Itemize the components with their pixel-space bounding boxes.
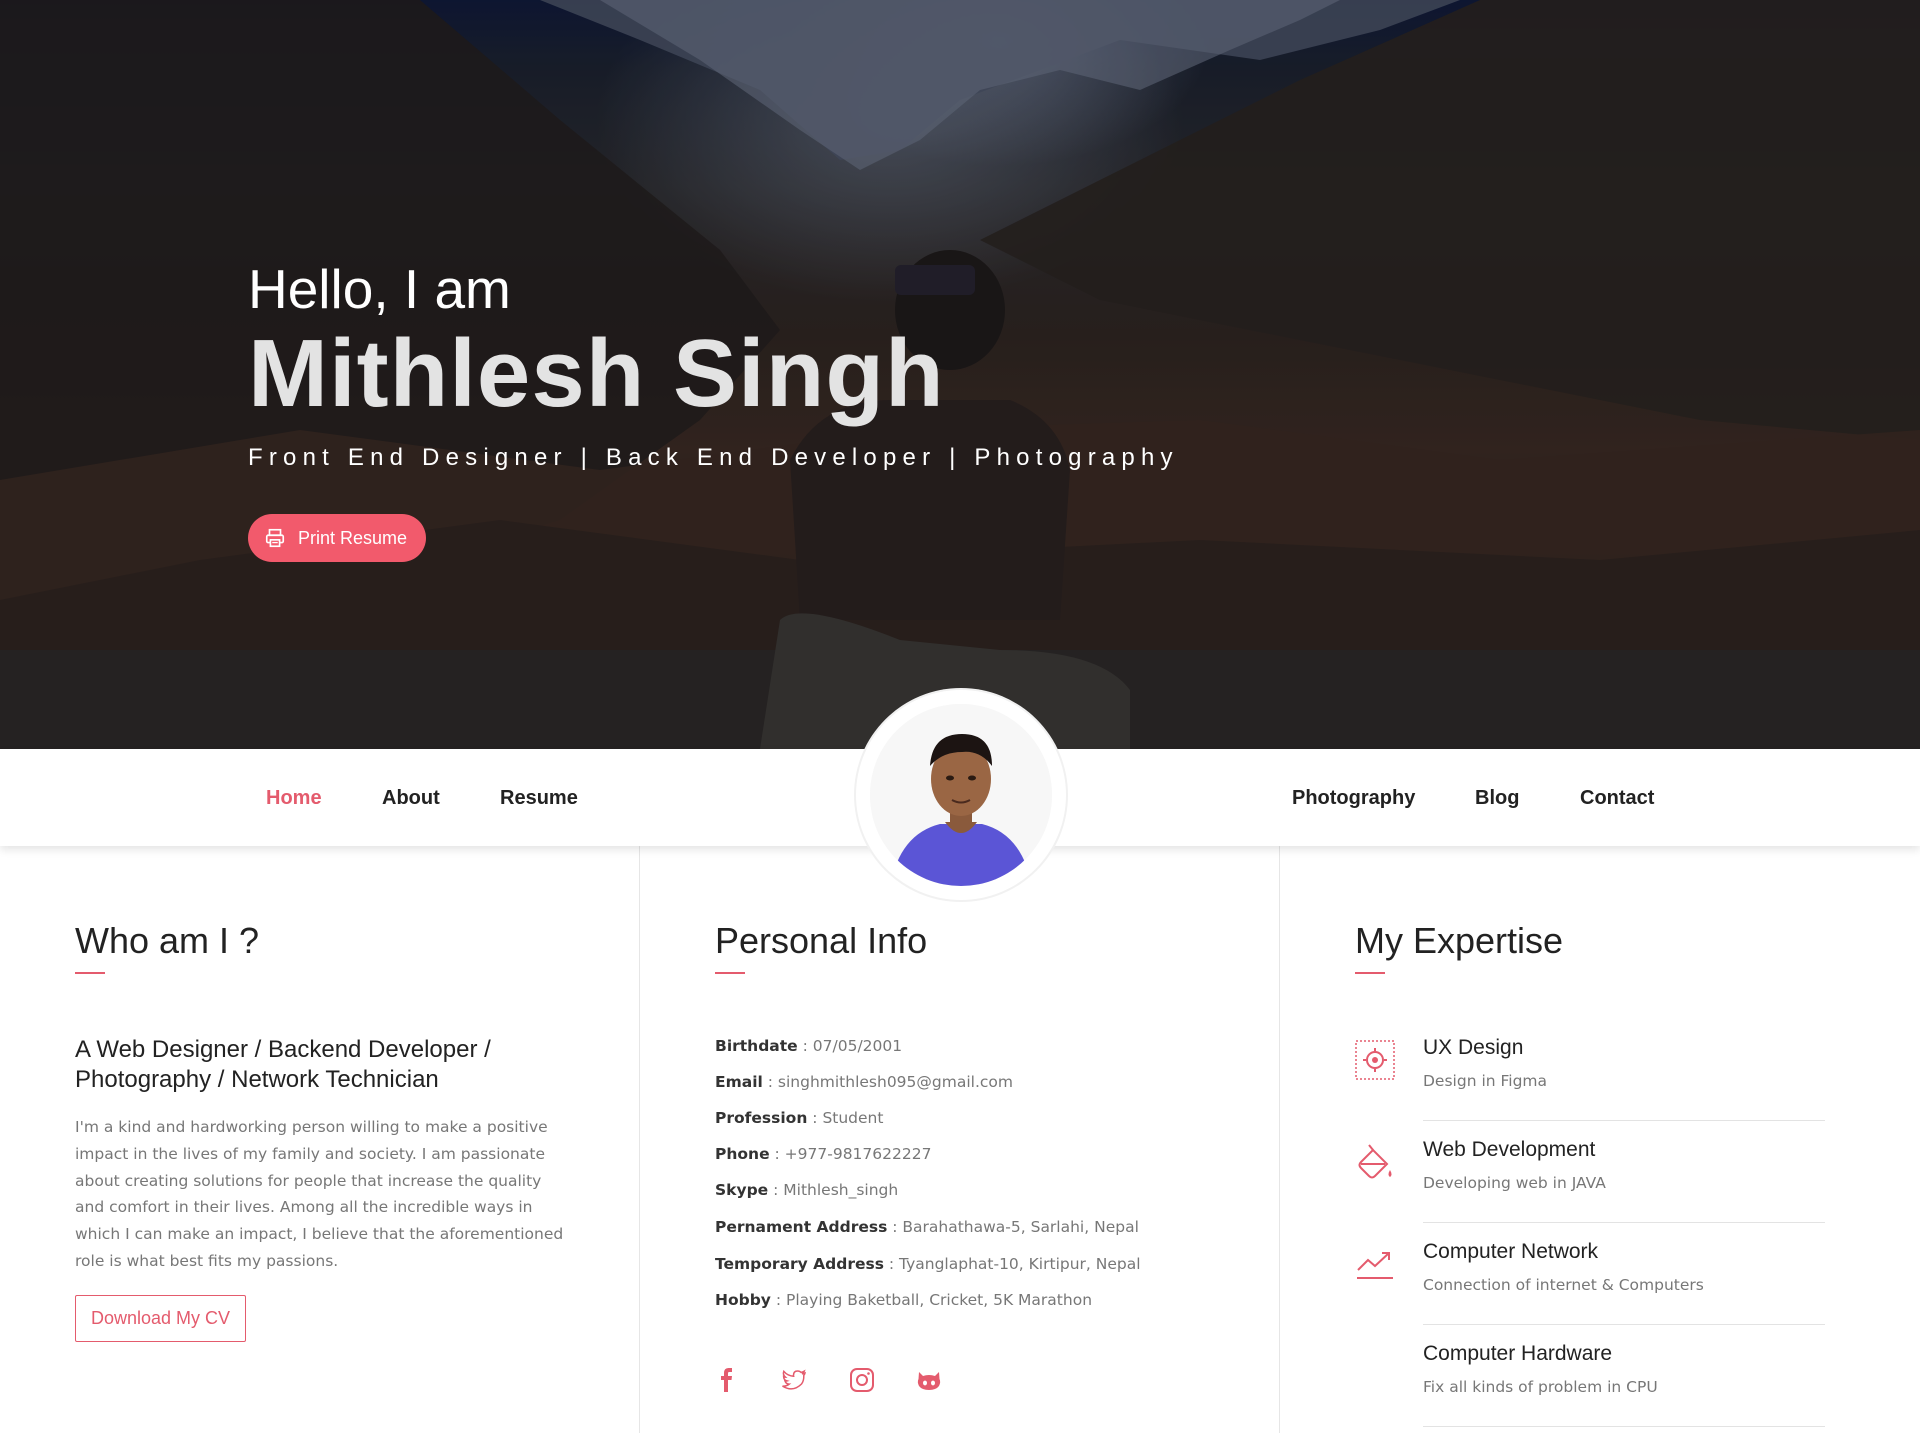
info-value: Student [822,1109,884,1127]
nav-contact[interactable]: Contact [1580,787,1654,810]
who-title: Who am I ? [75,920,260,961]
info-label: Temporary Address [715,1255,884,1273]
hero-tagline: Front End Designer | Back End Developer … [248,444,1179,471]
hero-greeting: Hello, I am [248,258,511,320]
title-underline [715,972,745,974]
download-cv-button[interactable]: Download My CV [75,1295,246,1342]
nav-about[interactable]: About [382,787,440,810]
info-separator: : [797,1037,813,1055]
printer-icon [265,528,285,548]
info-label: Phone [715,1145,770,1163]
info-separator: : [769,1145,785,1163]
expertise-title: My Expertise [1355,920,1564,961]
expertise-item-ux-design: UX Design Design in Figma [1355,1028,1825,1128]
column-divider [639,846,640,1433]
title-underline [75,972,105,974]
info-value: singhmithlesh095@gmail.com [777,1073,1013,1091]
expertise-item-web-development: Web Development Developing web in JAVA [1355,1130,1825,1230]
info-value: +977-9817622227 [784,1145,932,1163]
column-divider [1279,846,1280,1433]
personal-info-title: Personal Info [715,920,928,961]
info-label: Email [715,1073,763,1091]
expertise-title-text: UX Design [1423,1036,1524,1059]
info-separator: : [883,1255,900,1273]
info-label: Birthdate [715,1037,798,1055]
nav-photography[interactable]: Photography [1292,787,1415,810]
title-underline [1355,972,1385,974]
info-label: Profession [715,1109,808,1127]
info-row-temporary-address: Temporary Address : Tyanglaphat-10, Kirt… [715,1255,1141,1273]
expertise-divider [1423,1324,1825,1325]
info-row-skype: Skype : Mithlesh_singh [715,1181,898,1199]
instagram-icon[interactable] [848,1366,876,1394]
info-value: Barahathawa-5, Sarlahi, Nepal [902,1218,1139,1236]
expertise-title-text: Computer Network [1423,1240,1599,1263]
expertise-divider [1423,1222,1825,1223]
expertise-item-computer-hardware: Computer Hardware Fix all kinds of probl… [1355,1334,1825,1433]
paint-bucket-icon [1358,1144,1392,1179]
nav-resume[interactable]: Resume [500,787,578,810]
info-label: Pernament Address [715,1218,888,1236]
info-value: Tyanglaphat-10, Kirtipur, Nepal [899,1255,1141,1273]
facebook-icon[interactable] [713,1366,741,1394]
info-value: Playing Baketball, Cricket, 5K Marathon [786,1291,1093,1309]
print-resume-label: Print Resume [298,527,408,548]
expertise-desc-text: Connection of internet & Computers [1423,1276,1704,1294]
info-row-profession: Profession : Student [715,1109,883,1127]
github-icon[interactable] [915,1366,943,1394]
info-label: Skype [715,1181,769,1199]
info-row-permanent-address: Pernament Address : Barahathawa-5, Sarla… [715,1218,1139,1236]
who-subtitle: A Web Designer / Backend Developer / Pho… [75,1036,491,1093]
info-row-hobby: Hobby : Playing Baketball, Cricket, 5K M… [715,1291,1092,1309]
expertise-divider [1423,1120,1825,1121]
nav-home[interactable]: Home [266,787,322,810]
info-value: 07/05/2001 [812,1037,903,1055]
info-value: Mithlesh_singh [783,1181,899,1199]
expertise-desc-text: Developing web in JAVA [1423,1174,1606,1192]
info-row-email: Email : singhmithlesh095@gmail.com [715,1073,1013,1091]
info-row-phone: Phone : +977-9817622227 [715,1145,931,1163]
nav-blog[interactable]: Blog [1475,787,1519,810]
hero-name: Mithlesh Singh [248,320,945,427]
who-description: I'm a kind and hardworking person willin… [75,1118,564,1270]
profile-avatar [856,690,1066,900]
twitter-icon[interactable] [780,1366,808,1394]
expertise-divider [1423,1426,1825,1427]
print-resume-button[interactable]: Print Resume [248,514,426,562]
expertise-title-text: Web Development [1423,1138,1596,1161]
design-icon [1355,1040,1395,1080]
info-row-birthdate: Birthdate : 07/05/2001 [715,1037,902,1055]
trending-chart-icon [1357,1252,1393,1279]
info-separator: : [807,1109,823,1127]
avatar-photo [870,704,1052,886]
info-separator: : [768,1181,784,1199]
hero-text: Hello, I am Mithlesh Singh Front End Des… [248,262,1179,472]
expertise-item-computer-network: Computer Network Connection of internet … [1355,1232,1825,1332]
expertise-desc-text: Design in Figma [1423,1072,1548,1090]
hero-banner: Hello, I am Mithlesh Singh Front End Des… [0,0,1920,749]
info-separator: : [762,1073,778,1091]
info-separator: : [887,1218,903,1236]
info-label: Hobby [715,1291,771,1309]
info-separator: : [770,1291,786,1309]
expertise-desc-text: Fix all kinds of problem in CPU [1423,1378,1658,1396]
expertise-title-text: Computer Hardware [1423,1342,1613,1365]
